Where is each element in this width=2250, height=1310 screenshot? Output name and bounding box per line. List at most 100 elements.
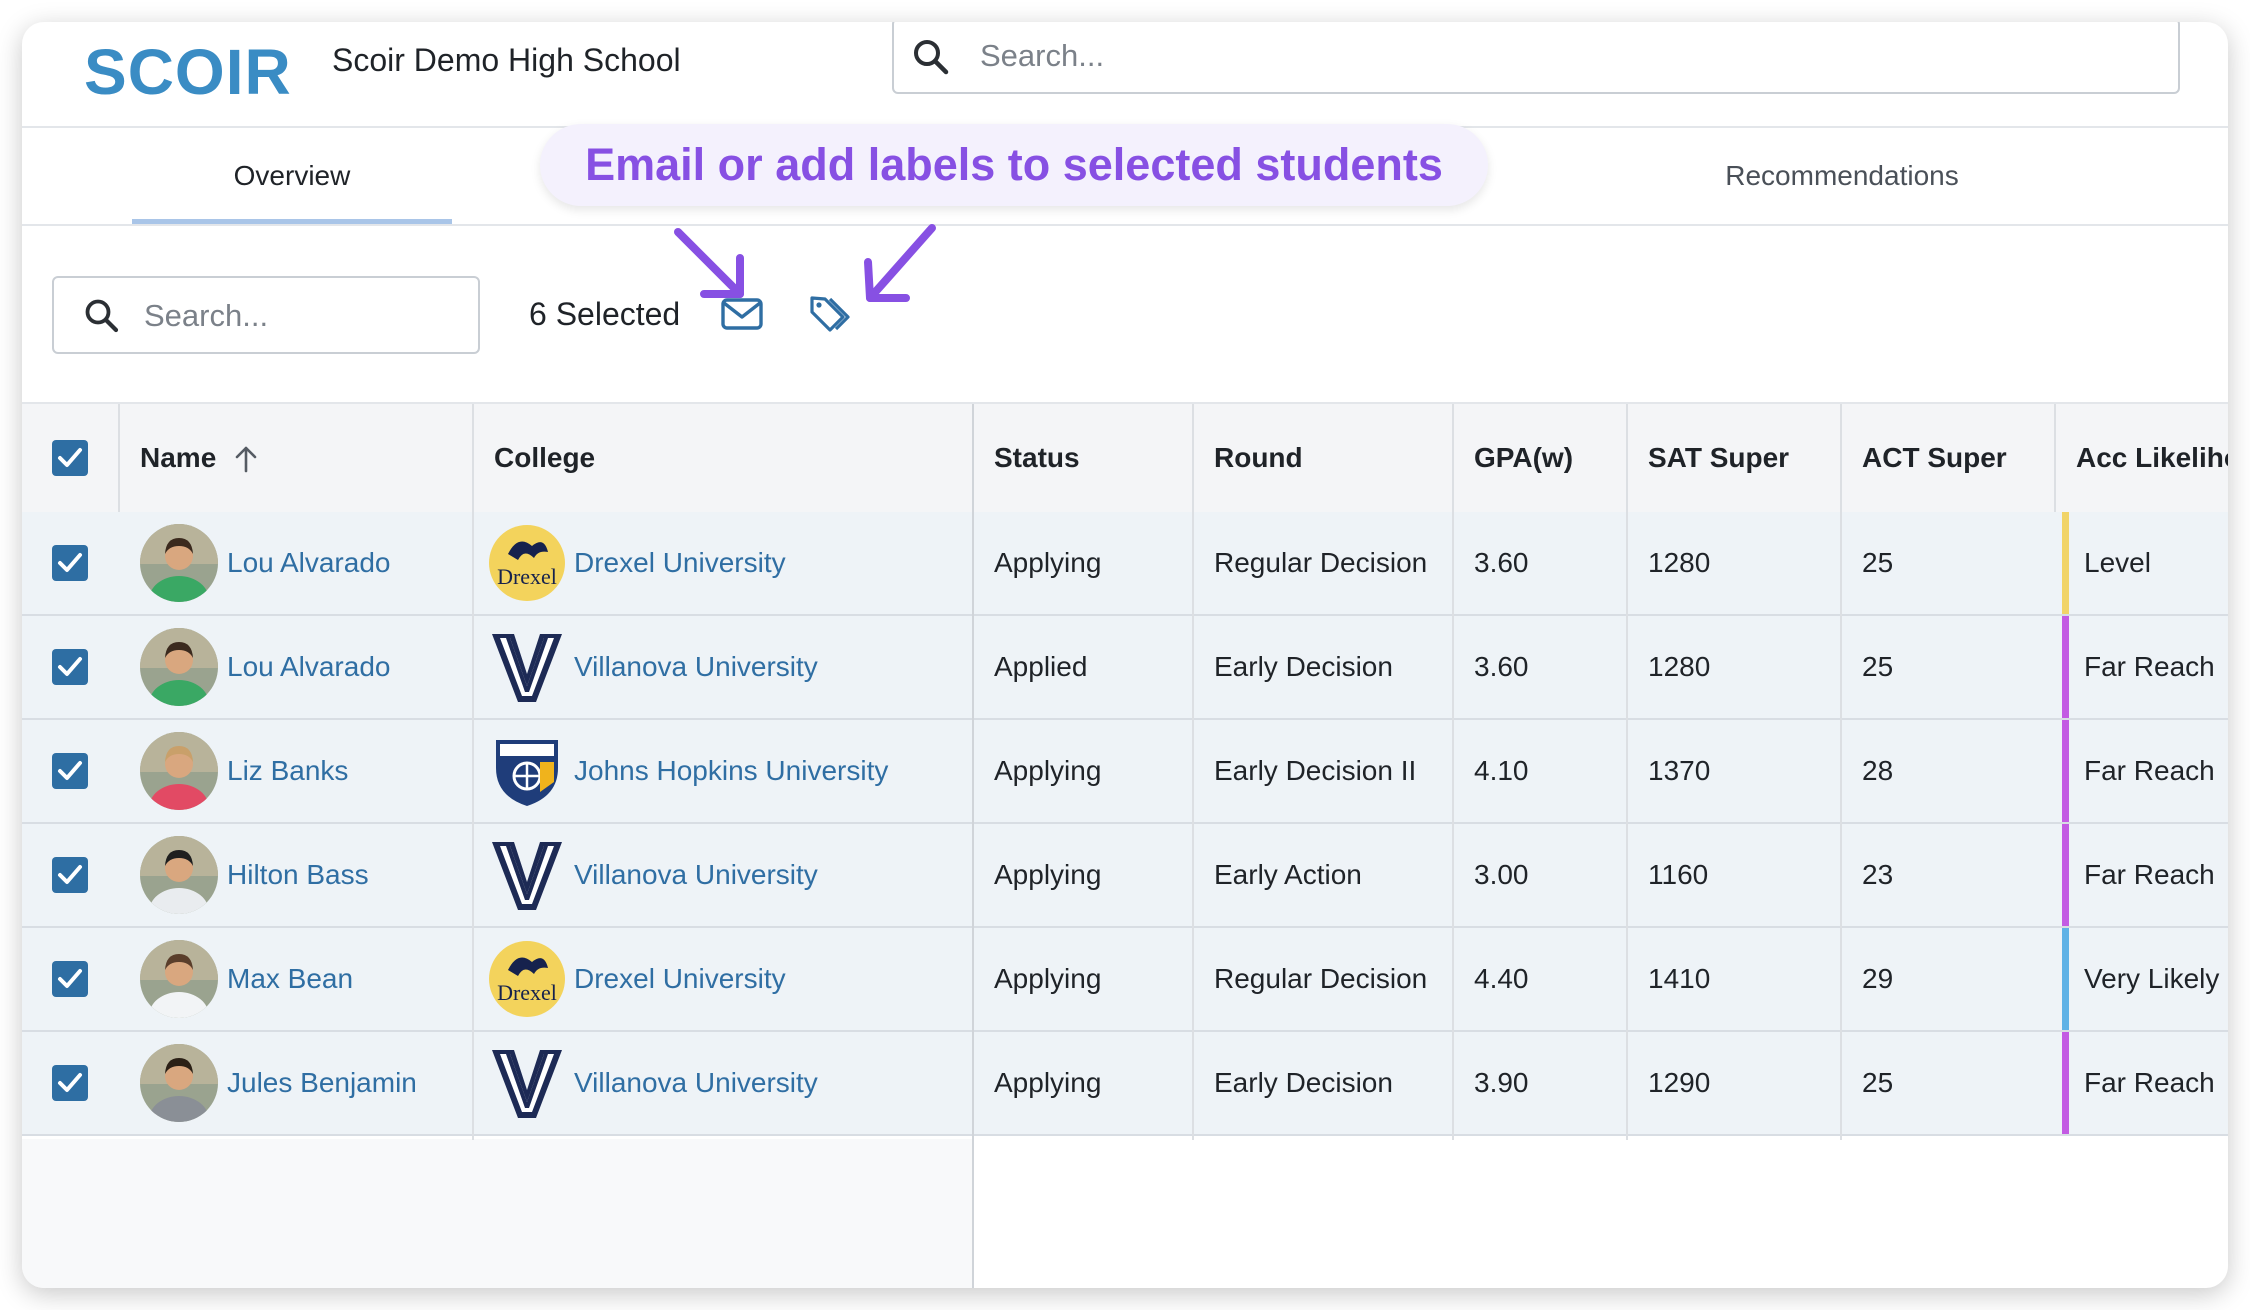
likelihood-cell: Far Reach <box>2084 1067 2215 1098</box>
likelihood-color-bar <box>2062 616 2069 718</box>
act-cell: 29 <box>1862 963 1894 994</box>
gpa-cell: 3.60 <box>1474 547 1529 578</box>
gpa-cell: 3.90 <box>1474 1067 1529 1098</box>
global-search-input[interactable] <box>980 34 2130 78</box>
app-header: SCOIR Scoir Demo High School <box>22 22 2228 127</box>
avatar[interactable] <box>140 836 218 914</box>
status-cell: Applying <box>994 1067 1102 1098</box>
table-row[interactable]: Liz Banks Johns Hopkins University Applyin… <box>22 720 2228 824</box>
checkmark-icon <box>58 448 82 467</box>
sat-cell: 1370 <box>1648 755 1711 786</box>
round-cell: Early Decision <box>1214 1067 1393 1098</box>
college-name-link[interactable]: Drexel University <box>574 928 786 1030</box>
checkmark-icon <box>58 969 82 988</box>
likelihood-cell: Far Reach <box>2084 859 2215 890</box>
column-header-gpa[interactable]: GPA(w) <box>1474 404 1573 512</box>
table-row[interactable]: Hilton Bass Villanova University Applying E… <box>22 824 2228 928</box>
gpa-cell: 3.00 <box>1474 859 1529 890</box>
likelihood-cell: Far Reach <box>2084 755 2215 786</box>
student-name-link[interactable]: Jules Benjamin <box>227 1032 417 1134</box>
row-select-checkbox[interactable] <box>52 1065 88 1101</box>
student-name-link[interactable]: Lou Alvarado <box>227 512 390 614</box>
student-name-link[interactable]: Hilton Bass <box>227 824 369 926</box>
row-select-checkbox[interactable] <box>52 961 88 997</box>
likelihood-color-bar <box>2062 1032 2069 1134</box>
students-table: Name College Status Round GPA(w) SAT Sup… <box>22 404 2228 1288</box>
gpa-cell: 4.10 <box>1474 755 1529 786</box>
arrow-to-email-icon <box>674 228 744 298</box>
column-divider <box>472 404 474 1140</box>
sat-cell: 1280 <box>1648 651 1711 682</box>
act-cell: 25 <box>1862 651 1894 682</box>
column-header-college[interactable]: College <box>494 404 595 512</box>
column-header-name[interactable]: Name <box>140 404 216 512</box>
column-header-round[interactable]: Round <box>1214 404 1303 512</box>
avatar[interactable] <box>140 524 218 602</box>
app-window: SCOIR Scoir Demo High School Overview Re… <box>22 22 2228 1288</box>
column-divider <box>2054 404 2056 512</box>
college-name-link[interactable]: Drexel University <box>574 512 786 614</box>
checkmark-icon <box>58 553 82 572</box>
svg-text:Drexel: Drexel <box>497 980 557 1005</box>
sat-cell: 1410 <box>1648 963 1711 994</box>
checkmark-icon <box>58 865 82 884</box>
student-search-input[interactable] <box>144 294 464 338</box>
checkmark-icon <box>58 761 82 780</box>
student-name-link[interactable]: Lou Alvarado <box>227 616 390 718</box>
avatar[interactable] <box>140 732 218 810</box>
row-select-checkbox[interactable] <box>52 857 88 893</box>
college-name-link[interactable]: Johns Hopkins University <box>574 720 888 822</box>
select-all-checkbox[interactable] <box>52 440 88 476</box>
likelihood-cell: Far Reach <box>2084 651 2215 682</box>
avatar[interactable] <box>140 628 218 706</box>
table-row[interactable]: Lou Alvarado Drexel Drexel University Apply… <box>22 512 2228 616</box>
college-name-link[interactable]: Villanova University <box>574 616 818 718</box>
tab-overview[interactable]: Overview <box>132 128 452 224</box>
column-header-status[interactable]: Status <box>994 404 1080 512</box>
act-cell: 25 <box>1862 547 1894 578</box>
table-header-row: Name College Status Round GPA(w) SAT Sup… <box>22 404 2228 514</box>
status-cell: Applying <box>994 859 1102 890</box>
global-search-box[interactable] <box>892 22 2180 94</box>
student-name-link[interactable]: Liz Banks <box>227 720 348 822</box>
sat-cell: 1280 <box>1648 547 1711 578</box>
column-divider <box>1626 404 1628 1140</box>
table-empty-area <box>22 1139 972 1288</box>
student-search-box[interactable] <box>52 276 480 354</box>
college-logo-icon: Drexel <box>488 524 566 602</box>
likelihood-color-bar <box>2062 720 2069 822</box>
table-row[interactable]: Max Bean Drexel Drexel University Applying R… <box>22 928 2228 1032</box>
status-cell: Applying <box>994 547 1102 578</box>
student-name-link[interactable]: Max Bean <box>227 928 353 1030</box>
avatar[interactable] <box>140 940 218 1018</box>
round-cell: Early Decision II <box>1214 755 1417 786</box>
arrow-to-label-icon <box>864 224 936 302</box>
column-divider <box>118 404 120 512</box>
college-logo-icon <box>488 1044 566 1122</box>
checkmark-icon <box>58 1073 82 1092</box>
college-name-link[interactable]: Villanova University <box>574 824 818 926</box>
row-select-checkbox[interactable] <box>52 545 88 581</box>
likelihood-cell: Very Likely <box>2084 963 2220 994</box>
act-cell: 28 <box>1862 755 1894 786</box>
row-select-checkbox[interactable] <box>52 753 88 789</box>
college-name-link[interactable]: Villanova University <box>574 1032 818 1134</box>
round-cell: Early Decision <box>1214 651 1393 682</box>
column-header-acceptance-likelihood[interactable]: Acc Likeliho <box>2076 404 2228 512</box>
tabs-divider <box>22 224 2228 226</box>
gpa-cell: 4.40 <box>1474 963 1529 994</box>
scoir-logo[interactable]: SCOIR <box>84 32 324 112</box>
row-select-checkbox[interactable] <box>52 649 88 685</box>
tab-overview-label: Overview <box>233 160 351 191</box>
table-row[interactable]: Lou Alvarado Villanova University Applied E… <box>22 616 2228 720</box>
round-cell: Regular Decision <box>1214 963 1428 994</box>
sort-ascending-icon[interactable] <box>232 444 260 474</box>
avatar[interactable] <box>140 1044 218 1122</box>
svg-text:SCOIR: SCOIR <box>84 36 292 108</box>
column-divider <box>1192 404 1194 1140</box>
column-header-sat[interactable]: SAT Super <box>1648 404 1789 512</box>
tab-recommendations[interactable]: Recommendations <box>1672 128 2012 224</box>
callout-annotation: Email or add labels to selected students <box>540 124 1488 206</box>
table-row[interactable]: Jules Benjamin Villanova University Applyi… <box>22 1032 2228 1136</box>
column-header-act[interactable]: ACT Super <box>1862 404 2007 512</box>
